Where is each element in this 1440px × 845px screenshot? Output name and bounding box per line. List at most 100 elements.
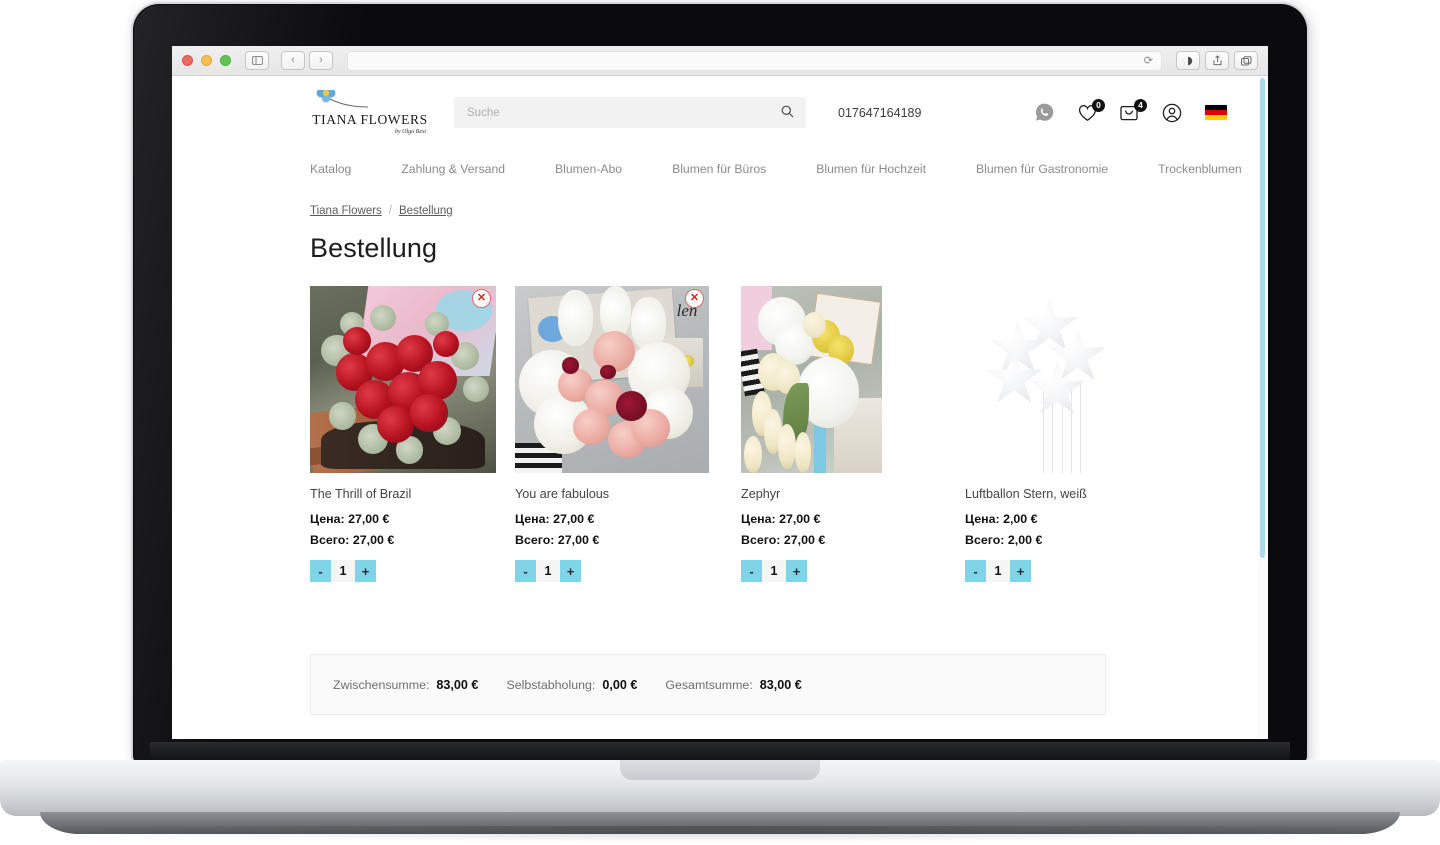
- page-viewport: TIANA FLOWERS by Olga Best 017647164189: [172, 76, 1268, 739]
- product-price: Цена: 27,00 €: [741, 512, 965, 526]
- address-bar[interactable]: ⟳: [347, 50, 1162, 71]
- price-label: Цена:: [310, 512, 345, 526]
- site-logo[interactable]: TIANA FLOWERS by Olga Best: [310, 83, 430, 135]
- price-label: Цена:: [741, 512, 776, 526]
- total-value: 27,00 €: [783, 533, 826, 547]
- laptop-base-notch: [620, 760, 820, 780]
- browser-toolbar-right: [1176, 51, 1258, 70]
- product-title[interactable]: Zephyr: [741, 487, 965, 501]
- nav-item-zahlung-versand[interactable]: Zahlung & Versand: [401, 162, 505, 176]
- total-label: Всего:: [515, 533, 555, 547]
- quantity-increase-button[interactable]: +: [1010, 560, 1031, 582]
- cart-item: ✕ The Thrill of Brazil Цена: 27,00 € Все…: [310, 286, 514, 582]
- logo-tagline: by Olga Best: [395, 129, 426, 135]
- order-totals-panel: Zwischensumme: 83,00 € Selbstabholung: 0…: [310, 654, 1106, 715]
- wishlist-icon[interactable]: 0: [1078, 98, 1105, 122]
- remove-item-button[interactable]: ✕: [472, 289, 491, 308]
- browser-window: ‹ › ⟳ TIANA FLOWERS by Olga Best Suche 0…: [172, 46, 1268, 739]
- breadcrumb-home-link[interactable]: Tiana Flowers: [310, 205, 382, 217]
- reload-icon[interactable]: ⟳: [1144, 54, 1153, 67]
- nav-item-blumen-abo[interactable]: Blumen-Abo: [555, 162, 622, 176]
- scrollbar-thumb[interactable]: [1260, 78, 1265, 558]
- window-minimize-button[interactable]: [201, 55, 212, 66]
- cart-item: ✕ Zephyr Цена: 27,00 € Всего: 27,00 €: [741, 286, 965, 582]
- total-value: 2,00 €: [1007, 533, 1043, 547]
- quantity-value[interactable]: 1: [986, 560, 1010, 582]
- product-title[interactable]: Luftballon Stern, weiß: [965, 487, 1185, 501]
- cart-items-grid: ✕ The Thrill of Brazil Цена: 27,00 € Все…: [310, 286, 1257, 582]
- product-line-total: Всего: 2,00 €: [965, 533, 1185, 547]
- phone-number[interactable]: 017647164189: [838, 106, 921, 120]
- product-title[interactable]: You are fabulous: [515, 487, 741, 501]
- quantity-increase-button[interactable]: +: [355, 560, 376, 582]
- laptop-shadow: [30, 826, 1410, 842]
- product-price: Цена: 2,00 €: [965, 512, 1185, 526]
- product-image[interactable]: ✕: [965, 286, 1151, 473]
- quantity-stepper: - 1 +: [965, 560, 1031, 582]
- product-price: Цена: 27,00 €: [310, 512, 514, 526]
- product-image[interactable]: ✕: [741, 286, 882, 473]
- breadcrumb-separator: /: [388, 205, 392, 217]
- page-scrollbar[interactable]: [1257, 76, 1268, 739]
- subtotal-row: Zwischensumme: 83,00 €: [333, 678, 478, 692]
- account-icon[interactable]: [1162, 103, 1182, 123]
- privacy-report-icon[interactable]: [1176, 51, 1200, 70]
- page-title: Bestellung: [310, 233, 438, 263]
- quantity-decrease-button[interactable]: -: [515, 560, 536, 582]
- breadcrumb-current-link[interactable]: Bestellung: [399, 205, 453, 217]
- total-value: 27,00 €: [352, 533, 395, 547]
- quantity-value[interactable]: 1: [762, 560, 786, 582]
- product-line-total: Всего: 27,00 €: [741, 533, 965, 547]
- logo-wordmark: TIANA FLOWERS: [312, 112, 428, 127]
- site-header: TIANA FLOWERS by Olga Best 017647164189: [172, 76, 1257, 147]
- laptop-mockup: ‹ › ⟳ TIANA FLOWERS by Olga Best Suche 0…: [0, 0, 1440, 845]
- nav-item-blumen-fuer-bueros[interactable]: Blumen für Büros: [672, 162, 766, 176]
- breadcrumb: Tiana Flowers / Bestellung: [310, 205, 1257, 217]
- quantity-increase-button[interactable]: +: [560, 560, 581, 582]
- wishlist-count-badge: 0: [1092, 98, 1105, 112]
- product-price: Цена: 27,00 €: [515, 512, 741, 526]
- nav-item-blumen-fuer-gastronomie[interactable]: Blumen für Gastronomie: [976, 162, 1108, 176]
- flower-logo-icon: [310, 83, 430, 112]
- page-content: TIANA FLOWERS by Olga Best 017647164189: [172, 76, 1257, 739]
- nav-item-blumen-fuer-hochzeit[interactable]: Blumen für Hochzeit: [816, 162, 926, 176]
- flag-de-icon[interactable]: [1205, 105, 1227, 120]
- product-line-total: Всего: 27,00 €: [515, 533, 741, 547]
- product-image[interactable]: ✕: [310, 286, 496, 473]
- main-content: Tiana Flowers / Bestellung Bestellung ✕ …: [172, 191, 1257, 739]
- window-close-button[interactable]: [182, 55, 193, 66]
- nav-item-trockenblumen[interactable]: Trockenblumen: [1158, 162, 1242, 176]
- cart-item: len ✕ You are fabulous Цена: 27,00 € Все…: [515, 286, 741, 582]
- forward-button[interactable]: ›: [309, 51, 333, 70]
- show-tabs-icon[interactable]: [1234, 51, 1258, 70]
- quantity-increase-button[interactable]: +: [786, 560, 807, 582]
- product-title[interactable]: The Thrill of Brazil: [310, 487, 514, 501]
- product-line-total: Всего: 27,00 €: [310, 533, 514, 547]
- quantity-decrease-button[interactable]: -: [965, 560, 986, 582]
- quantity-decrease-button[interactable]: -: [310, 560, 331, 582]
- product-image[interactable]: len ✕: [515, 286, 709, 473]
- window-maximize-button[interactable]: [220, 55, 231, 66]
- price-value: 27,00 €: [553, 512, 595, 526]
- quantity-decrease-button[interactable]: -: [741, 560, 762, 582]
- quantity-value[interactable]: 1: [331, 560, 355, 582]
- share-icon[interactable]: [1205, 51, 1229, 70]
- search-input[interactable]: [454, 97, 806, 128]
- price-value: 27,00 €: [348, 512, 390, 526]
- subtotal-label: Zwischensumme:: [333, 677, 430, 692]
- search-box[interactable]: [454, 97, 806, 128]
- quantity-stepper: - 1 +: [310, 560, 376, 582]
- grand-total-value: 83,00 €: [759, 677, 802, 692]
- whatsapp-icon[interactable]: [1034, 102, 1055, 123]
- cart-item: ✕ Luftballon Stern, weiß Цена: 2,00 € Вс…: [965, 286, 1185, 582]
- cart-icon[interactable]: 4: [1120, 98, 1147, 122]
- cart-count-badge: 4: [1134, 98, 1147, 112]
- search-icon[interactable]: [781, 105, 794, 121]
- remove-item-button[interactable]: ✕: [685, 289, 704, 308]
- nav-item-katalog[interactable]: Katalog: [310, 162, 351, 176]
- quantity-value[interactable]: 1: [536, 560, 560, 582]
- back-button[interactable]: ‹: [281, 51, 305, 70]
- grand-total-label: Gesamtsumme:: [665, 677, 753, 692]
- sidebar-toggle-icon[interactable]: [245, 51, 269, 70]
- price-label: Цена:: [965, 512, 1000, 526]
